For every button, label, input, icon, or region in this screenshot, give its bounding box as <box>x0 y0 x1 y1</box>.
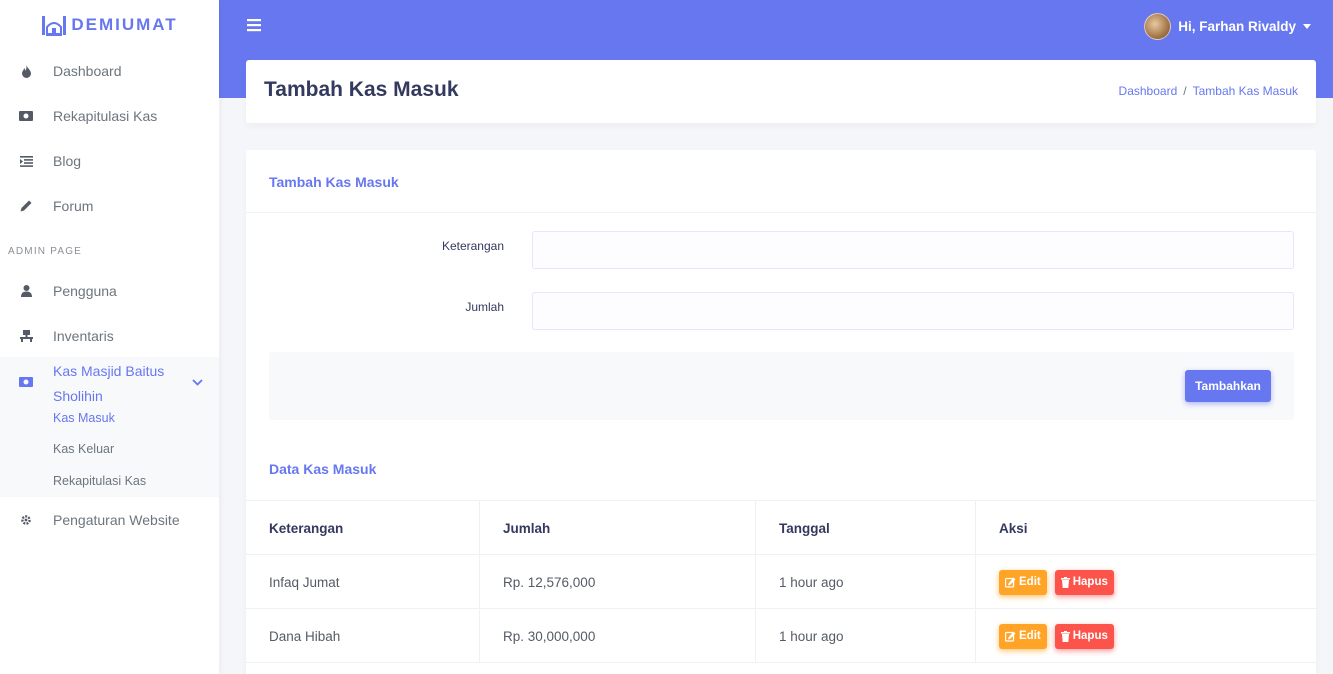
jumlah-input[interactable] <box>532 292 1294 330</box>
cell-keterangan: Infaq Jumat <box>246 555 480 609</box>
keterangan-label: Keterangan <box>441 239 504 253</box>
sidebar-item-label: Inventaris <box>53 328 114 344</box>
cell-tanggal: 1 hour ago <box>756 555 976 609</box>
pencil-icon <box>19 199 33 213</box>
section-header: Tambah Kas Masuk Dashboard / Tambah Kas … <box>246 60 1316 123</box>
table-title: Data Kas Masuk <box>269 461 377 477</box>
hapus-button[interactable]: Hapus <box>1054 569 1114 595</box>
admin-page-header: ADMIN PAGE <box>8 246 83 257</box>
sidebar-item-label: Blog <box>53 153 82 169</box>
edit-icon <box>1005 577 1016 588</box>
brand-logo[interactable]: DEMIUMAT <box>0 0 219 50</box>
cell-jumlah: Rp. 12,576,000 <box>480 555 756 609</box>
brand-name: DEMIUMAT <box>71 15 178 34</box>
breadcrumb: Dashboard / Tambah Kas Masuk <box>1119 84 1298 98</box>
table-header-row: Keterangan Jumlah Tanggal Aksi <box>246 500 1316 555</box>
divider <box>246 212 1316 213</box>
sidebar-item-pengaturan-website[interactable]: Pengaturan Website <box>0 498 219 542</box>
jumlah-label: Jumlah <box>465 300 504 314</box>
cell-aksi: Edit Hapus <box>976 609 1316 663</box>
chevron-down-icon <box>192 373 203 391</box>
sidebar-item-label: Kas Masjid Baitus Sholihin <box>53 363 165 404</box>
sidebar-item-label: Forum <box>53 198 94 214</box>
hapus-label: Hapus <box>1072 630 1108 642</box>
column-header-aksi: Aksi <box>999 520 1028 536</box>
sidebar-item-label: Pengaturan Website <box>53 512 180 528</box>
sidebar: DEMIUMAT Dashboard Rekapitulasi Kas Blog… <box>0 0 219 674</box>
user-icon <box>19 284 33 298</box>
sidebar-item-pengguna[interactable]: Pengguna <box>0 269 219 313</box>
list-icon <box>19 154 33 168</box>
edit-label: Edit <box>1019 576 1041 588</box>
table-row: Infaq Jumat Rp. 12,576,000 1 hour ago Ed… <box>246 554 1316 609</box>
edit-button[interactable]: Edit <box>999 569 1047 595</box>
breadcrumb-dashboard[interactable]: Dashboard <box>1119 84 1178 98</box>
hapus-label: Hapus <box>1072 576 1108 588</box>
sidebar-item-blog[interactable]: Blog <box>0 139 219 183</box>
sidebar-subitem-kas-masuk[interactable]: Kas Masuk <box>53 411 115 425</box>
money-icon <box>19 109 33 123</box>
trash-icon <box>1060 576 1070 588</box>
sidebar-item-inventaris[interactable]: Inventaris <box>0 314 219 358</box>
cell-keterangan: Dana Hibah <box>246 609 480 663</box>
sidebar-item-forum[interactable]: Forum <box>0 184 219 228</box>
form-footer: Tambahkan <box>269 352 1294 420</box>
sidebar-item-rekapitulasi-kas[interactable]: Rekapitulasi Kas <box>0 94 219 138</box>
form-title: Tambah Kas Masuk <box>269 174 399 190</box>
gear-icon <box>19 513 33 527</box>
sidebar-subitem-kas-keluar[interactable]: Kas Keluar <box>53 442 114 456</box>
table-row: Dana Hibah Rp. 30,000,000 1 hour ago Edi… <box>246 608 1316 663</box>
column-header-jumlah: Jumlah <box>480 501 756 555</box>
avatar <box>1144 13 1172 40</box>
sidebar-item-label: Rekapitulasi Kas <box>53 108 158 124</box>
page-title: Tambah Kas Masuk <box>264 78 459 101</box>
user-greeting: Hi, Farhan Rivaldy <box>1178 19 1296 34</box>
sidebar-item-label: Dashboard <box>53 63 122 79</box>
tambahkan-button[interactable]: Tambahkan <box>1185 370 1271 402</box>
breadcrumb-separator: / <box>1183 84 1187 98</box>
edit-icon <box>1005 631 1016 642</box>
fire-icon <box>19 64 33 78</box>
cell-aksi: Edit Hapus <box>976 555 1316 609</box>
caret-down-icon <box>1303 24 1311 29</box>
sidebar-item-label: Pengguna <box>53 283 117 299</box>
mosque-icon <box>42 16 67 36</box>
breadcrumb-current: Tambah Kas Masuk <box>1192 84 1298 98</box>
keterangan-input[interactable] <box>532 231 1294 269</box>
menu-toggle-icon[interactable] <box>247 18 261 37</box>
hapus-button[interactable]: Hapus <box>1054 623 1114 649</box>
sidebar-subitem-rekapitulasi-kas[interactable]: Rekapitulasi Kas <box>53 474 146 488</box>
edit-button[interactable]: Edit <box>999 623 1047 649</box>
inventory-icon <box>19 329 33 343</box>
money-icon <box>19 374 33 392</box>
kas-masuk-card: Tambah Kas Masuk Keterangan Jumlah Tamba… <box>246 150 1316 674</box>
column-header-tanggal: Tanggal <box>756 501 976 555</box>
trash-icon <box>1060 630 1070 642</box>
sidebar-item-kas-masjid[interactable]: Kas Masjid Baitus Sholihin <box>0 357 219 409</box>
cell-tanggal: 1 hour ago <box>756 609 976 663</box>
sidebar-item-dashboard[interactable]: Dashboard <box>0 49 219 93</box>
edit-label: Edit <box>1019 630 1041 642</box>
table-row-divider <box>246 662 1316 674</box>
cell-jumlah: Rp. 30,000,000 <box>480 609 756 663</box>
column-header-keterangan: Keterangan <box>246 501 480 555</box>
user-dropdown[interactable]: Hi, Farhan Rivaldy <box>1144 13 1311 40</box>
